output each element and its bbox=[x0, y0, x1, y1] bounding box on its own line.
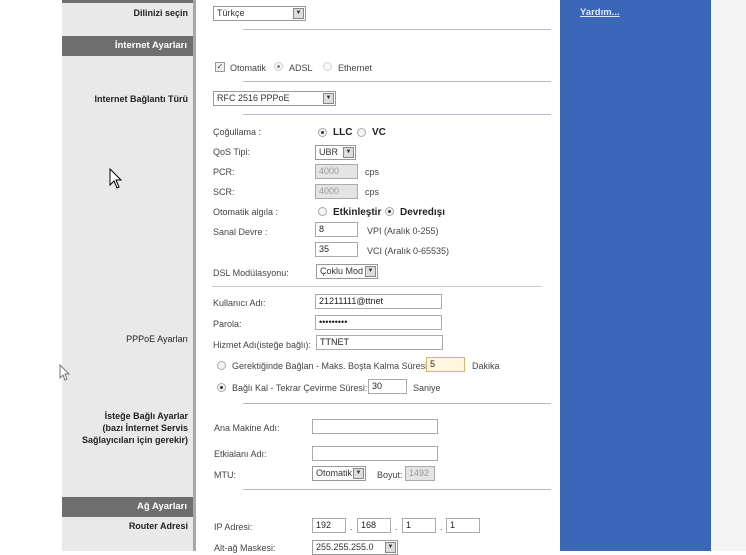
service-name-input[interactable]: TTNET bbox=[316, 335, 443, 350]
mtu-select[interactable]: Otomatik ▼ bbox=[312, 466, 366, 481]
encap-label: Çoğullama : bbox=[213, 127, 262, 137]
connect-on-demand-radio[interactable] bbox=[217, 361, 226, 370]
chevron-down-icon: ▼ bbox=[343, 147, 354, 158]
divider bbox=[243, 81, 551, 82]
connection-type-select[interactable]: RFC 2516 PPPoE ▼ bbox=[213, 91, 336, 106]
pcr-input[interactable]: 4000 bbox=[315, 164, 358, 179]
redial-period-unit: Saniye bbox=[413, 383, 441, 393]
qos-value: UBR bbox=[319, 147, 339, 157]
language-select[interactable]: Türkçe ▼ bbox=[213, 6, 306, 21]
vc-label: VC bbox=[372, 127, 386, 138]
ip-octet-1[interactable]: 192 bbox=[312, 518, 346, 533]
qos-select[interactable]: UBR ▼ bbox=[315, 145, 356, 160]
domain-name-label: Etkialanı Adı: bbox=[214, 449, 267, 459]
autodetect-enable-label: Etkinleştir bbox=[333, 207, 382, 218]
dsl-mod-label: DSL Modülasyonu: bbox=[213, 268, 289, 278]
chevron-down-icon: ▼ bbox=[323, 93, 334, 104]
keep-alive-radio[interactable] bbox=[217, 383, 226, 392]
divider bbox=[243, 489, 551, 490]
language-label: Dilinizi seçin bbox=[133, 8, 188, 18]
mtu-label: MTU: bbox=[214, 470, 236, 480]
top-bar bbox=[62, 0, 193, 3]
ip-octet-4[interactable]: 1 bbox=[446, 518, 480, 533]
scr-label: SCR: bbox=[213, 187, 235, 197]
ip-octet-2[interactable]: 168 bbox=[357, 518, 391, 533]
chevron-down-icon: ▼ bbox=[293, 8, 304, 19]
password-label: Parola: bbox=[213, 319, 242, 329]
network-settings-header: Ağ Ayarları bbox=[62, 497, 193, 517]
scr-input[interactable]: 4000 bbox=[315, 184, 358, 199]
pppoe-label: PPPoE Ayarları bbox=[126, 334, 188, 344]
idle-time-unit: Dakika bbox=[472, 361, 500, 371]
chevron-down-icon: ▼ bbox=[365, 266, 376, 277]
vpi-range: VPI (Aralık 0-255) bbox=[367, 226, 439, 236]
redial-period-input[interactable]: 30 bbox=[368, 379, 407, 394]
left-column bbox=[62, 0, 193, 551]
pcr-label: PCR: bbox=[213, 167, 235, 177]
llc-label: LLC bbox=[333, 127, 353, 138]
ethernet-radio[interactable] bbox=[323, 62, 332, 71]
qos-label: QoS Tipi: bbox=[213, 147, 251, 157]
connection-type-label: Internet Bağlantı Türü bbox=[94, 94, 188, 104]
username-label: Kullanıcı Adı: bbox=[213, 298, 266, 308]
mouse-cursor-icon bbox=[109, 168, 123, 189]
optional-label-3: Sağlayıcıları için gerekir) bbox=[81, 435, 188, 445]
dsl-mod-value: Çoklu Mod bbox=[320, 266, 364, 276]
dsl-mod-select[interactable]: Çoklu Mod ▼ bbox=[316, 264, 378, 279]
chevron-down-icon: ▼ bbox=[353, 468, 364, 479]
divider bbox=[243, 29, 551, 30]
pcr-unit: cps bbox=[365, 167, 380, 177]
help-link[interactable]: Yardım... bbox=[580, 7, 620, 18]
vc-radio[interactable] bbox=[357, 128, 366, 137]
ip-address-label: IP Adresi: bbox=[214, 522, 253, 532]
language-value: Türkçe bbox=[217, 8, 245, 18]
help-panel bbox=[560, 0, 711, 551]
idle-time-input[interactable]: 5 bbox=[426, 357, 465, 372]
divider bbox=[212, 286, 542, 287]
connection-type-value: RFC 2516 PPPoE bbox=[217, 93, 290, 103]
vci-input[interactable]: 35 bbox=[315, 242, 358, 257]
divider bbox=[243, 403, 551, 404]
llc-radio[interactable] bbox=[318, 128, 327, 137]
mtu-size-input[interactable]: 1492 bbox=[405, 466, 435, 481]
subnet-mask-select[interactable]: 255.255.255.0 ▼ bbox=[312, 540, 398, 555]
autodetect-label: Otomatik algıla : bbox=[213, 207, 279, 217]
ip-dot: . bbox=[395, 522, 398, 532]
router-address-label: Router Adresi bbox=[128, 521, 188, 531]
autodetect-enable-radio[interactable] bbox=[318, 207, 327, 216]
connect-on-demand-label: Gerektiğinde Bağlan - Maks. Boşta Kalma … bbox=[232, 361, 430, 371]
domain-name-input[interactable] bbox=[312, 446, 438, 461]
adsl-radio[interactable] bbox=[274, 62, 283, 71]
subnet-mask-label: Alt-ağ Maskesi: bbox=[214, 543, 276, 553]
keep-alive-label: Bağlı Kal - Tekrar Çevirme Süresi: bbox=[232, 383, 368, 393]
auto-checkbox[interactable]: ✓ bbox=[215, 62, 225, 72]
ethernet-label: Ethernet bbox=[338, 63, 373, 73]
vpi-input[interactable]: 8 bbox=[315, 222, 358, 237]
optional-label-2: (bazı İnternet Servis bbox=[102, 423, 188, 433]
autodetect-disable-label: Devredışı bbox=[400, 207, 446, 218]
mtu-value: Otomatik bbox=[316, 468, 353, 478]
password-input[interactable]: ••••••••• bbox=[315, 315, 442, 330]
adsl-label: ADSL bbox=[289, 63, 313, 73]
optional-label-1: İsteğe Bağlı Ayarlar bbox=[104, 411, 188, 421]
chevron-down-icon: ▼ bbox=[385, 542, 396, 553]
service-name-label: Hizmet Adı(isteğe bağlı): bbox=[213, 340, 312, 350]
ip-dot: . bbox=[440, 522, 443, 532]
right-margin bbox=[711, 0, 746, 551]
host-name-input[interactable] bbox=[312, 419, 438, 434]
divider bbox=[243, 114, 551, 115]
scr-unit: cps bbox=[365, 187, 380, 197]
virtual-circuit-label: Sanal Devre : bbox=[213, 227, 268, 237]
ip-dot: . bbox=[350, 522, 353, 532]
mouse-cursor-icon bbox=[59, 364, 71, 381]
ip-octet-3[interactable]: 1 bbox=[402, 518, 436, 533]
host-name-label: Ana Makine Adı: bbox=[214, 423, 280, 433]
autodetect-disable-radio[interactable] bbox=[385, 207, 394, 216]
auto-label: Otomatik bbox=[230, 63, 267, 73]
mtu-size-label: Boyut: bbox=[377, 470, 403, 480]
internet-settings-header: İnternet Ayarları bbox=[62, 36, 193, 56]
vci-range: VCI (Aralık 0-65535) bbox=[367, 246, 450, 256]
username-input[interactable]: 21211111@ttnet bbox=[315, 294, 442, 309]
